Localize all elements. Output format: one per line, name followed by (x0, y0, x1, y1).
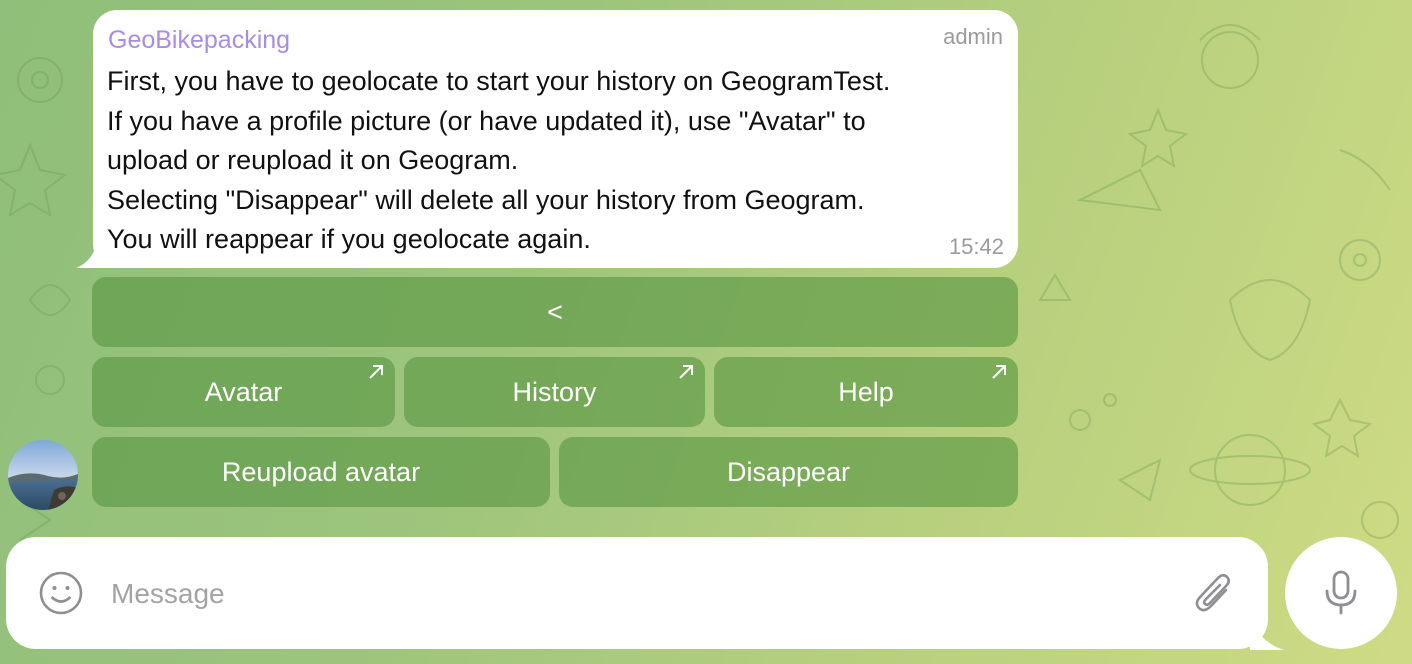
message-timestamp: 15:42 (948, 234, 1004, 259)
back-button-label: < (547, 296, 563, 327)
microphone-button[interactable] (1285, 537, 1397, 649)
smiley-icon[interactable] (38, 570, 84, 616)
message-sender[interactable]: GeoBikepacking (108, 26, 290, 55)
message-line: First, you have to geolocate to start yo… (107, 66, 891, 96)
sender-role-badge: admin (943, 24, 1003, 49)
reupload-avatar-button-label: Reupload avatar (221, 456, 421, 487)
avatar-button-label: Avatar (204, 376, 283, 407)
message-line: You will reappear if you geolocate again… (107, 224, 591, 254)
arrow-up-right-icon (679, 365, 693, 379)
reupload-avatar-button[interactable]: Reupload avatar (92, 437, 550, 507)
sender-avatar[interactable] (8, 440, 78, 510)
paperclip-icon[interactable] (1192, 570, 1238, 620)
avatar-image (8, 440, 78, 510)
message-line: Selecting "Disappear" will delete all yo… (107, 184, 865, 215)
back-button[interactable]: < (92, 277, 1018, 347)
disappear-button[interactable]: Disappear (559, 437, 1018, 507)
avatar-button[interactable]: Avatar (92, 357, 395, 427)
arrow-up-right-icon (369, 365, 383, 379)
disappear-button-label: Disappear (726, 456, 851, 487)
arrow-up-right-icon (992, 365, 1006, 379)
history-button[interactable]: History (404, 357, 705, 427)
message-composer (6, 537, 1268, 649)
history-button-label: History (512, 376, 597, 407)
message-line: upload or reupload it on Geogram. (107, 145, 519, 175)
message-text: First, you have to geolocate to start yo… (107, 62, 1007, 260)
message-line: If you have a profile picture (or have u… (107, 105, 866, 136)
help-button-label: Help (838, 376, 894, 407)
message-bubble: GeoBikepacking admin First, you have to … (93, 10, 1018, 268)
microphone-icon (1325, 570, 1357, 615)
help-button[interactable]: Help (714, 357, 1018, 427)
message-input[interactable] (109, 565, 1173, 623)
